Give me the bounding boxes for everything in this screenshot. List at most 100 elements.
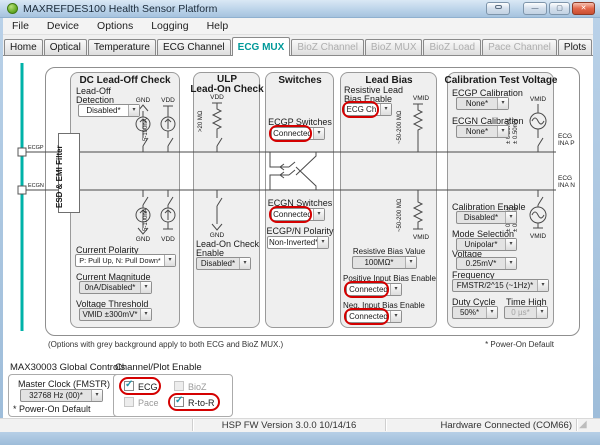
dropdown-arrow-icon: ▾ <box>140 309 151 320</box>
firmware-version-status: HSP FW Version 3.0.0 10/14/16 <box>195 420 383 431</box>
dropdown-arrow-icon: ▾ <box>505 258 516 269</box>
dc-current-range-bottom: 5-100nA <box>143 208 149 231</box>
calibration-enable-dropdown[interactable]: Disabled*▾ <box>456 211 517 224</box>
title-bar[interactable]: MAXREFDES100 Health Sensor Platform — ▢ … <box>0 0 600 18</box>
ecg-highlight-ring <box>119 377 161 395</box>
ecgn-calibration-dropdown[interactable]: None*▾ <box>456 125 509 138</box>
window-extra-button[interactable] <box>486 2 510 15</box>
leadon-enable-dropdown[interactable]: Disabled*▾ <box>196 257 251 270</box>
current-magnitude-dropdown[interactable]: 0nA/Disabled*▾ <box>79 281 152 294</box>
pace-checkbox-label: Pace <box>138 398 159 408</box>
dropdown-arrow-icon: ▾ <box>164 255 175 266</box>
minimize-button[interactable]: — <box>523 2 547 15</box>
global-power-on-default: * Power-On Default <box>13 404 91 414</box>
menu-options[interactable]: Options <box>88 20 142 32</box>
close-button[interactable]: ✕ <box>572 2 595 15</box>
dropdown-arrow-icon: ▾ <box>536 307 547 318</box>
esd-emi-filter-label: ESD & EMI Filter <box>55 145 64 208</box>
tab-home[interactable]: Home <box>4 39 43 56</box>
window-right-border <box>593 18 600 431</box>
resistive-bias-value-dropdown[interactable]: 100MΩ*▾ <box>352 256 417 269</box>
ulp-gnd-label: GND <box>210 232 224 239</box>
dropdown-arrow-icon: ▾ <box>128 105 139 116</box>
dropdown-arrow-icon: ▾ <box>91 390 102 401</box>
ecgpn-polarity-dropdown[interactable]: Non-Inverted*▾ <box>267 236 329 249</box>
dropdown-arrow-icon: ▾ <box>505 212 516 223</box>
dc-vdd-top-label: VDD <box>161 97 175 104</box>
neg-input-bias-dropdown[interactable]: Connected▾ <box>346 310 402 323</box>
switches-title: Switches <box>278 75 321 86</box>
ecgp-calibration-dropdown[interactable]: None*▾ <box>456 97 509 110</box>
maximize-button[interactable]: ▢ <box>549 2 570 15</box>
menu-bar: File Device Options Logging Help <box>3 18 593 35</box>
power-on-default-note: * Power-On Default <box>430 340 554 349</box>
master-clock-dropdown[interactable]: 32768 Hz (00)*▾ <box>20 389 103 402</box>
tab-optical[interactable]: Optical <box>44 39 87 56</box>
bioz-checkbox-label: BioZ <box>188 382 207 392</box>
switches-crossover-area <box>266 153 333 189</box>
positive-input-bias-dropdown[interactable]: Connected▾ <box>346 283 402 296</box>
status-separator <box>192 419 194 431</box>
leadbias-vmid-bottom-label: VMID <box>413 234 429 241</box>
grey-background-caption: (Options with grey background apply to b… <box>48 340 283 349</box>
window-bottom-border <box>0 431 600 445</box>
cal-voltage-dropdown[interactable]: 0.25mV*▾ <box>456 257 517 270</box>
time-high-dropdown: 0 µs*▾ <box>504 306 548 319</box>
leadbias-vmid-top-label: VMID <box>413 95 429 102</box>
ulp-resistor-label: >20 MΩ <box>198 111 204 132</box>
dropdown-arrow-icon: ▾ <box>313 209 324 220</box>
dropdown-arrow-icon: ▾ <box>497 126 508 137</box>
ecg-ina-n-label1: ECG <box>558 175 572 182</box>
window-title: MAXREFDES100 Health Sensor Platform <box>23 3 217 15</box>
hardware-connection-status: Hardware Connected (COM66) <box>388 420 572 431</box>
status-separator <box>385 419 387 431</box>
dropdown-arrow-icon: ▾ <box>537 280 548 291</box>
oval-icon <box>495 5 502 9</box>
dropdown-arrow-icon: ▾ <box>239 258 250 269</box>
ecg-ina-n-label2: INA N <box>558 182 575 189</box>
frequency-dropdown[interactable]: FMSTR/2^15 (~1Hz)*▾ <box>452 279 549 292</box>
ecgn-switches-dropdown[interactable]: Connected▾ <box>271 208 325 221</box>
ecg-ina-p-label2: INA P <box>558 140 575 147</box>
mode-selection-dropdown[interactable]: Unipolar*▾ <box>456 238 517 251</box>
tab-bioz-load: BioZ Load <box>423 39 481 56</box>
dc-current-range-top: 5-100nA <box>143 118 149 141</box>
dropdown-arrow-icon: ▾ <box>486 307 497 318</box>
resize-grip[interactable]: ◢ <box>579 419 587 430</box>
menu-help[interactable]: Help <box>198 20 238 32</box>
ecgp-switches-dropdown[interactable]: Connected▾ <box>271 127 325 140</box>
leadoff-detection-dropdown[interactable]: Disabled*▾ <box>78 104 140 117</box>
dropdown-arrow-icon: ▾ <box>313 128 324 139</box>
current-polarity-dropdown[interactable]: P: Pull Up, N: Pull Down*▾ <box>75 254 176 267</box>
voltage-threshold-dropdown[interactable]: VMID ±300mV*▾ <box>79 308 152 321</box>
resistive-bias-value-label: Resistive Bias Value <box>353 247 425 256</box>
tab-ecg-channel[interactable]: ECG Channel <box>157 39 231 56</box>
app-icon <box>7 3 18 14</box>
duty-cycle-dropdown[interactable]: 50%*▾ <box>452 306 498 319</box>
dc-leadoff-title: DC Lead-Off Check <box>79 75 170 86</box>
dropdown-arrow-icon: ▾ <box>380 104 391 115</box>
leadbias-resistor-bottom-label: ~50-200 MΩ <box>397 199 403 232</box>
tab-temperature[interactable]: Temperature <box>88 39 156 56</box>
tab-bar: Home Optical Temperature ECG Channel ECG… <box>3 35 593 56</box>
dc-vdd-bottom-label: VDD <box>161 236 175 243</box>
dropdown-arrow-icon: ▾ <box>405 257 416 268</box>
menu-logging[interactable]: Logging <box>142 20 197 32</box>
cal-vmid-bottom-label: VMID <box>530 233 546 240</box>
ecgpn-polarity-label: ECGP/N Polarity <box>266 226 333 236</box>
calibration-title: Calibration Test Voltage <box>445 75 558 86</box>
ecg-ina-p-label1: ECG <box>558 133 572 140</box>
tab-bioz-channel: BioZ Channel <box>291 39 364 56</box>
menu-file[interactable]: File <box>3 20 38 32</box>
global-controls-label: MAX30003 Global Controls <box>10 362 125 373</box>
tab-ecg-mux[interactable]: ECG MUX <box>232 37 291 56</box>
channel-plot-enable-label: Channel/Plot Enable <box>115 362 202 373</box>
tab-plots[interactable]: Plots <box>558 39 592 56</box>
cal-range-top-line2: ± 0.50mV <box>513 118 519 144</box>
menu-device[interactable]: Device <box>38 20 88 32</box>
dropdown-arrow-icon: ▾ <box>317 237 328 248</box>
tab-pace-channel: Pace Channel <box>482 39 557 56</box>
resistive-lead-bias-dropdown[interactable]: ECG Ch.▾ <box>344 103 392 116</box>
status-separator <box>576 419 578 431</box>
dropdown-arrow-icon: ▾ <box>390 284 401 295</box>
